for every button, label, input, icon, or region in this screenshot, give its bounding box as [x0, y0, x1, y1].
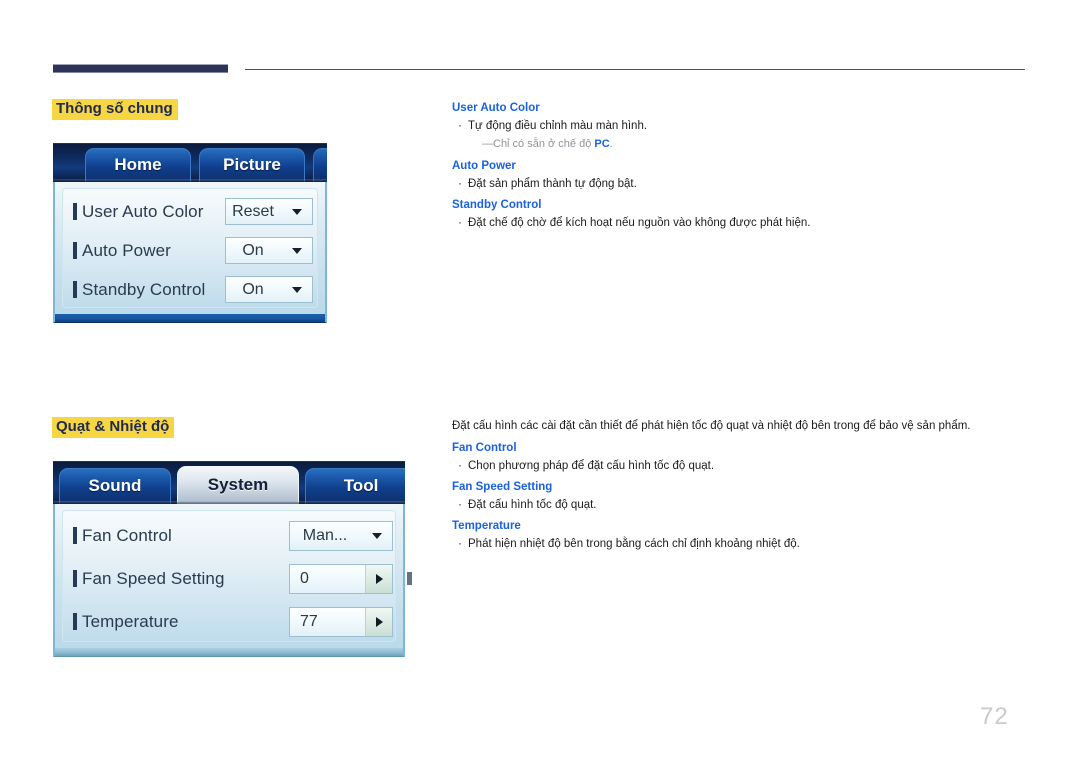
bullet-user-auto-color: · Tự động điều chỉnh màu màn hình. — [452, 119, 1012, 134]
description-block-fan-temperature: Đặt cấu hình các cài đặt cần thiết để ph… — [452, 419, 1032, 552]
bullet-text-temperature: Phát hiện nhiệt độ bên trong bằng cách c… — [468, 538, 800, 550]
stepper-temperature[interactable]: 77 — [289, 606, 393, 637]
dropdown-fan-control[interactable]: Man... — [289, 520, 393, 551]
stepper-fan-speed-setting[interactable]: 0 — [289, 563, 393, 594]
tab-tool-label: Tool — [343, 476, 379, 495]
stepper-temperature-value: 77 — [300, 612, 318, 630]
subhead-auto-power: Auto Power — [452, 160, 516, 172]
tab-sound[interactable]: Sound — [59, 468, 171, 504]
osd-footer-bar-system — [53, 648, 405, 657]
row-marker-icon — [73, 570, 77, 587]
note-suffix: . — [609, 138, 613, 150]
bullet-dot-icon: · — [458, 460, 462, 472]
row-marker-icon — [73, 203, 77, 220]
bullet-fan-speed-setting: · Đặt cấu hình tốc độ quạt. — [452, 498, 1032, 513]
chevron-right-icon — [375, 616, 383, 627]
osd-body-system: Fan Control Man... Fan Speed Setting 0 T… — [53, 504, 412, 648]
bullet-fan-control: · Chọn phương pháp để đặt cấu hình tốc đ… — [452, 459, 1032, 474]
subhead-fan-control: Fan Control — [452, 442, 517, 454]
row-marker-icon — [73, 242, 77, 259]
stepper-increase-button[interactable] — [365, 607, 392, 636]
osd-row-auto-power[interactable]: Auto Power On — [55, 231, 325, 270]
section-heading-fan-temperature: Quạt & Nhiệt độ — [52, 417, 175, 438]
bullet-text-standby-control: Đặt chế độ chờ để kích hoạt nếu nguồn và… — [468, 217, 811, 229]
header-rule-thick — [53, 64, 228, 73]
osd-tabbar-general: Home Picture — [53, 143, 327, 182]
dropdown-standby-control[interactable]: On — [225, 276, 313, 303]
bullet-dot-icon: · — [458, 178, 462, 190]
tab-picture-label: Picture — [223, 155, 281, 174]
chevron-down-icon — [292, 286, 302, 293]
note-dash-icon: — — [482, 138, 494, 150]
subhead-standby-control: Standby Control — [452, 199, 542, 211]
bullet-text-fan-speed-setting: Đặt cấu hình tốc độ quạt. — [468, 499, 597, 511]
stepper-increase-button[interactable] — [365, 564, 392, 593]
bullet-auto-power: · Đặt sản phẩm thành tự động bật. — [452, 177, 1012, 192]
bullet-dot-icon: · — [458, 499, 462, 511]
page-number: 72 — [980, 703, 1009, 730]
bullet-dot-icon: · — [458, 217, 462, 229]
scrollbar-thumb[interactable] — [407, 572, 412, 585]
bullet-text-fan-control: Chọn phương pháp để đặt cấu hình tốc độ … — [468, 460, 715, 472]
osd-footer-bar-general — [53, 314, 327, 323]
header-rule-thin — [245, 69, 1025, 70]
tab-system-label: System — [207, 475, 269, 494]
tab-sound-label: Sound — [88, 476, 142, 495]
chevron-down-icon — [372, 532, 382, 539]
bullet-temperature: · Phát hiện nhiệt độ bên trong bằng cách… — [452, 537, 1032, 552]
tab-tool[interactable]: Tool — [305, 468, 405, 504]
osd-body-general: User Auto Color Reset Auto Power On Stan… — [53, 182, 327, 314]
row-label-user-auto-color: User Auto Color — [82, 201, 204, 221]
chevron-down-icon — [292, 247, 302, 254]
osd-tabbar-system: Sound System Tool — [53, 461, 405, 504]
subhead-temperature: Temperature — [452, 520, 521, 532]
dropdown-auto-power[interactable]: On — [225, 237, 313, 264]
note-prefix: Chỉ có sẵn ở chế độ — [493, 138, 595, 150]
osd-row-fan-speed-setting[interactable]: Fan Speed Setting 0 — [55, 557, 412, 600]
tab-home-label: Home — [114, 155, 162, 174]
osd-row-temperature[interactable]: Temperature 77 — [55, 600, 403, 643]
bullet-text-user-auto-color: Tự động điều chỉnh màu màn hình. — [468, 120, 648, 132]
row-marker-icon — [73, 281, 77, 298]
osd-panel-general: Home Picture User Auto Color Reset Auto … — [53, 143, 327, 323]
tab-system[interactable]: System — [177, 466, 299, 504]
chevron-down-icon — [292, 208, 302, 215]
dropdown-auto-power-value: On — [242, 241, 264, 259]
intro-fan-temperature: Đặt cấu hình các cài đặt cần thiết để ph… — [452, 420, 971, 432]
tab-picture[interactable]: Picture — [199, 148, 305, 182]
dropdown-user-auto-color-value: Reset — [232, 202, 274, 220]
note-pc-only-text: Chỉ có sẵn ở chế độ PC. — [493, 137, 613, 152]
chevron-right-icon — [375, 573, 383, 584]
header-rule — [53, 64, 1025, 76]
row-label-fan-speed-setting: Fan Speed Setting — [82, 568, 225, 588]
row-label-standby-control: Standby Control — [82, 279, 206, 299]
osd-row-fan-control[interactable]: Fan Control Man... — [55, 514, 403, 557]
note-pc-only: — Chỉ có sẵn ở chế độ PC. — [452, 137, 1012, 152]
tab-home[interactable]: Home — [85, 148, 191, 182]
note-keyword: PC — [594, 138, 610, 150]
dropdown-fan-control-value: Man... — [302, 526, 348, 544]
stepper-fan-speed-setting-value: 0 — [300, 569, 309, 587]
row-label-temperature: Temperature — [82, 611, 179, 631]
bullet-dot-icon: · — [458, 538, 462, 550]
osd-panel-system: Sound System Tool Fan Control Man... Fan… — [53, 461, 412, 657]
osd-row-user-auto-color[interactable]: User Auto Color Reset — [55, 192, 325, 231]
row-marker-icon — [73, 527, 77, 544]
tab-next-partial[interactable] — [313, 148, 327, 182]
section-heading-general: Thông số chung — [52, 99, 178, 120]
subhead-fan-speed-setting: Fan Speed Setting — [452, 481, 553, 493]
row-marker-icon — [73, 613, 77, 630]
bullet-dot-icon: · — [458, 120, 462, 132]
dropdown-standby-control-value: On — [242, 280, 264, 298]
subhead-user-auto-color: User Auto Color — [452, 102, 540, 114]
osd-row-standby-control[interactable]: Standby Control On — [55, 270, 325, 309]
description-block-general: User Auto Color · Tự động điều chỉnh màu… — [452, 101, 1012, 231]
bullet-text-auto-power: Đặt sản phẩm thành tự động bật. — [468, 178, 637, 190]
bullet-standby-control: · Đặt chế độ chờ để kích hoạt nếu nguồn … — [452, 216, 1012, 231]
dropdown-user-auto-color[interactable]: Reset — [225, 198, 313, 225]
row-label-auto-power: Auto Power — [82, 240, 171, 260]
row-label-fan-control: Fan Control — [82, 525, 172, 545]
